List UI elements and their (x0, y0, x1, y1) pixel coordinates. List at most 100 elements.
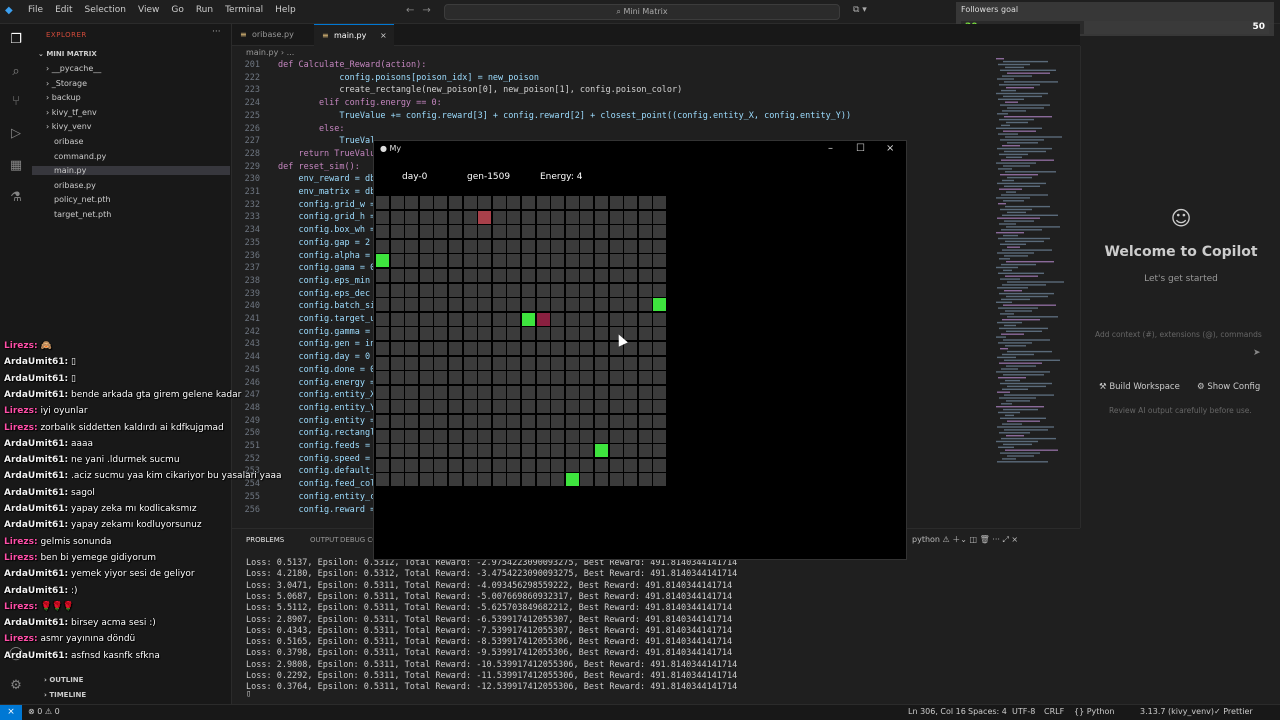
maximize-icon[interactable]: ☐ (856, 143, 865, 154)
tree-item[interactable]: command.py (32, 152, 106, 161)
grid-cell (624, 342, 638, 355)
grid-cell (536, 254, 550, 268)
grid-cell (492, 210, 506, 224)
grid-cell (609, 371, 623, 385)
grid-cell (609, 415, 623, 428)
minimap-line (999, 153, 1028, 156)
grid-cell (536, 327, 550, 341)
chat-username: ArdaUmit61: (4, 585, 69, 596)
show-config-button[interactable]: ⚙ Show Config (1197, 382, 1260, 392)
tree-item[interactable]: › __pycache__ (32, 64, 101, 73)
problems-status[interactable]: ⊗ 0 ⚠ 0 (28, 707, 60, 716)
grid-cell (595, 196, 608, 209)
menu-item-selection[interactable]: Selection (79, 5, 132, 15)
tree-item[interactable]: › backup (32, 93, 81, 102)
breadcrumb[interactable]: main.py › ... (246, 48, 294, 57)
search-icon[interactable]: ⌕ (8, 64, 24, 80)
cursor-position[interactable]: Ln 306, Col 16 (908, 707, 966, 716)
grid-cell (536, 400, 550, 414)
copilot-input[interactable]: Add context (#), extensions (@), command… (1095, 330, 1265, 339)
python-interpreter[interactable]: 3.13.7 (kivy_venv) (1140, 707, 1214, 716)
grid-cell (463, 283, 477, 297)
language-mode[interactable]: {} Python (1074, 707, 1114, 716)
grid-cell (463, 371, 477, 385)
explorer-icon[interactable]: ❐ (8, 32, 24, 48)
remote-icon[interactable]: ⨯ (0, 705, 22, 720)
code-text: elif config.energy == 0: (278, 98, 442, 109)
minimap-line (1000, 278, 1020, 280)
prettier-status[interactable]: ✓ Prettier (1214, 707, 1253, 716)
grid-cell (580, 400, 594, 414)
send-icon[interactable]: ➤ (1253, 348, 1261, 358)
grid-cell (638, 444, 652, 458)
log-line: Loss: 0.2292, Epsilon: 0.5311, Total Rew… (246, 671, 738, 681)
grid-cell (405, 415, 419, 428)
grid-cell (653, 327, 667, 341)
grid-cell (565, 210, 579, 224)
source-control-icon[interactable]: ⑂ (8, 94, 24, 110)
chat-username: Lirezs: (4, 552, 38, 563)
menu-item-run[interactable]: Run (190, 5, 219, 15)
menu-item-edit[interactable]: Edit (49, 5, 78, 15)
menu-item-view[interactable]: View (132, 5, 165, 15)
close-icon[interactable]: × (886, 143, 894, 154)
grid-cell (609, 210, 623, 224)
game-title-label: My (389, 144, 402, 153)
grid-cell (595, 371, 608, 385)
menu-item-file[interactable]: File (22, 5, 49, 15)
grid-cell (609, 429, 623, 443)
copilot-toggle-icon[interactable]: ⧉ ▾ (853, 5, 867, 15)
tab-output[interactable]: OUTPUT (310, 536, 339, 544)
menu-item-terminal[interactable]: Terminal (219, 5, 269, 15)
tree-item[interactable]: › kivy_tf_env (32, 108, 97, 117)
grid-cell (405, 254, 419, 268)
grid-cell (507, 210, 521, 224)
line-endings[interactable]: CRLF (1044, 707, 1064, 716)
tree-item[interactable]: › _Storage (32, 79, 87, 88)
tree-item[interactable]: oribase (32, 137, 83, 146)
grid-cell (638, 429, 652, 443)
settings-gear-icon[interactable]: ⚙ (8, 678, 24, 694)
menu-item-help[interactable]: Help (269, 5, 302, 15)
minimap-line (1000, 348, 1008, 350)
tree-item[interactable]: › kivy_venv (32, 122, 92, 131)
grid-cell (449, 269, 462, 282)
tab-main[interactable]: ≡ main.py × (314, 24, 394, 46)
run-debug-icon[interactable]: ▷ (8, 126, 24, 142)
project-folder[interactable]: ⌄ MINI MATRIX (38, 50, 97, 58)
grid-cell (638, 327, 652, 341)
day-label: day-0 (402, 172, 428, 182)
followers-goal-target: 50 (1252, 22, 1265, 32)
chat-text: yapay zeka mı kodlicaksmız (71, 504, 197, 514)
grid-cell (565, 283, 579, 297)
nav-arrows-icon[interactable]: ←→ (406, 5, 439, 16)
chat-text: yemek yiyor sesi de geliyor (71, 569, 195, 580)
tree-item[interactable]: target_net.pth (32, 210, 111, 219)
close-tab-icon[interactable]: × (380, 25, 387, 47)
grid-cell (551, 196, 565, 209)
grid-cell (463, 415, 477, 428)
minimap[interactable] (992, 58, 1080, 478)
tree-item[interactable]: main.py (32, 166, 230, 176)
grid-cell (390, 298, 404, 312)
timeline-section[interactable]: › TIMELINE (44, 691, 86, 699)
extensions-icon[interactable]: ▦ (8, 158, 24, 174)
encoding[interactable]: UTF-8 (1012, 707, 1035, 716)
menu-item-go[interactable]: Go (165, 5, 189, 15)
minimize-icon[interactable]: – (828, 143, 833, 154)
indent-spaces[interactable]: Spaces: 4 (968, 707, 1007, 716)
tree-item[interactable]: oribase.py (32, 181, 96, 190)
testing-icon[interactable]: ⚗ (8, 190, 24, 206)
tab-oribase[interactable]: ≡ oribase.py (232, 24, 314, 46)
grid-cell (376, 385, 389, 399)
code-line: 228 return TrueValu (232, 149, 376, 162)
grid-cell (419, 356, 433, 370)
grid-cell (507, 298, 521, 312)
command-center[interactable]: ⌕ Mini Matrix (444, 4, 840, 20)
more-actions-icon[interactable]: ··· (212, 27, 221, 37)
code-line: 226 else: (232, 124, 345, 137)
tree-item[interactable]: policy_net.pth (32, 195, 111, 204)
build-workspace-button[interactable]: ⚒ Build Workspace (1099, 382, 1180, 392)
terminal-controls[interactable]: python ⚠ ＋⌄ ◫ 🗑 ··· ⤢ × (912, 534, 1018, 545)
chat-text: 🙈 (40, 341, 52, 351)
